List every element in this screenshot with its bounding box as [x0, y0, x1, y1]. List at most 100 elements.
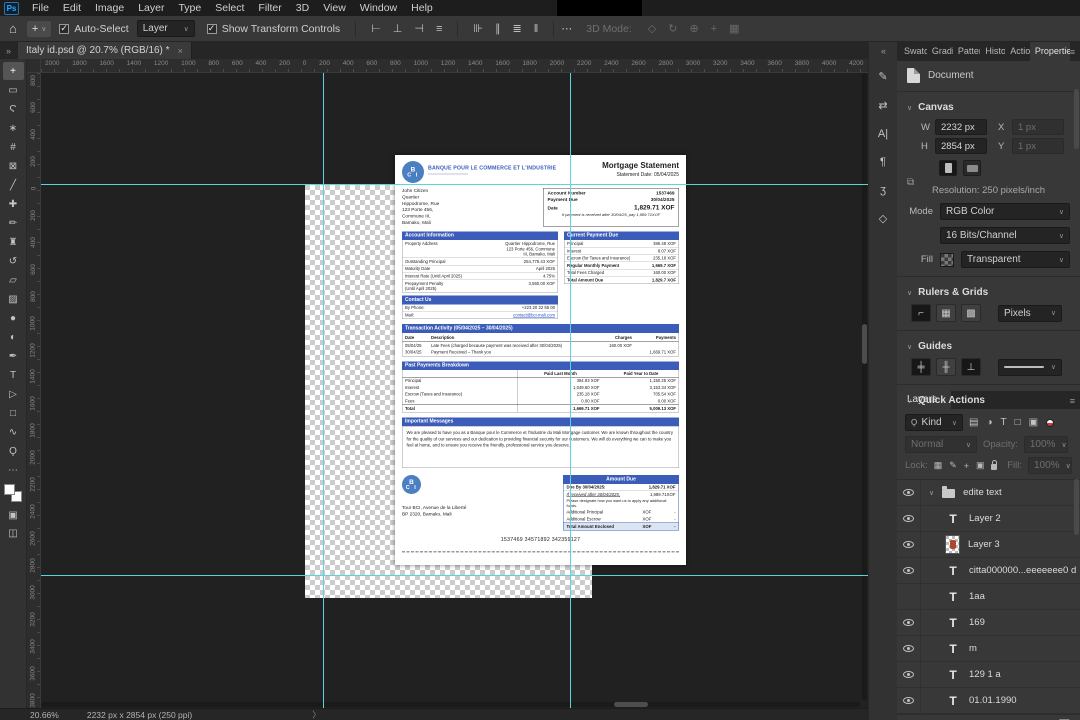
menu-image[interactable]: Image — [88, 0, 131, 16]
visibility-toggle[interactable] — [897, 532, 921, 557]
panel-menu-icon[interactable]: ≡ — [1070, 396, 1075, 409]
menu-select[interactable]: Select — [208, 0, 251, 16]
distribute-heights-icon[interactable]: ≣ — [512, 22, 521, 35]
lock-guides-icon[interactable]: ╫ — [936, 358, 956, 376]
auto-select-checkbox[interactable]: Auto-Select — [59, 23, 129, 35]
quick-actions-section-header[interactable]: ∨ Quick Actions — [907, 395, 1070, 406]
eraser-tool[interactable]: ▱ — [3, 271, 24, 289]
visibility-toggle[interactable] — [897, 584, 921, 609]
distribute-horizontal-icon[interactable]: ∥ — [495, 22, 501, 35]
foreground-color-swatch[interactable] — [4, 484, 15, 495]
path-selection-tool[interactable]: ▷ — [3, 385, 24, 403]
link-dimensions-icon[interactable]: ⧉ — [907, 177, 914, 188]
ruler-origin-corner[interactable] — [27, 59, 41, 73]
tool-preset-picker[interactable]: + ∨ — [26, 20, 52, 37]
menu-3d[interactable]: 3D — [289, 0, 316, 16]
horizontal-ruler[interactable]: 2000 1800 1600 1400 1200 1000 800 600 400 200 0 200… — [41, 59, 868, 73]
drag-3d-icon[interactable]: ⊕ — [689, 22, 698, 35]
eyedropper-tool[interactable]: ╱ — [3, 176, 24, 194]
layer-row[interactable]: T 1aa — [897, 584, 1080, 610]
layers-scrollbar[interactable] — [1074, 479, 1079, 535]
menu-file[interactable]: File — [25, 0, 56, 16]
opacity-field[interactable]: 100% — [1023, 436, 1068, 453]
menu-help[interactable]: Help — [404, 0, 440, 16]
expand-panels-icon[interactable]: « — [881, 46, 886, 56]
layer-filter-toggle[interactable] — [1046, 418, 1055, 427]
more-options-icon[interactable]: ⋯ — [561, 22, 572, 35]
canvas-fill-dropdown[interactable]: Transparent — [961, 251, 1070, 268]
orbit-3d-icon[interactable]: ◇ — [648, 22, 656, 35]
lasso-tool[interactable]: Ϛ — [3, 100, 24, 118]
visibility-toggle[interactable] — [897, 636, 921, 661]
align-right-edges-icon[interactable]: ⊣ — [414, 22, 424, 35]
align-left-edges-icon[interactable]: ⊢ — [371, 22, 381, 35]
marquee-tool[interactable]: ▭ — [3, 81, 24, 99]
filter-smart-objects-icon[interactable]: ▣ — [1029, 417, 1038, 428]
vertical-scrollbar[interactable] — [862, 73, 867, 700]
auto-select-target-dropdown[interactable]: Layer — [136, 20, 195, 37]
camera-3d-icon[interactable]: ▦ — [729, 22, 739, 35]
layer-row[interactable]: Tm — [897, 636, 1080, 662]
canvas-section-header[interactable]: ∨ Canvas — [907, 102, 1070, 113]
layer-row[interactable]: T Layer 2 — [897, 506, 1080, 532]
frame-tool[interactable]: ⊠ — [3, 157, 24, 175]
character-panel-icon[interactable]: A| — [878, 128, 888, 140]
tab-properties[interactable]: Properties — [1029, 42, 1070, 61]
blend-mode-dropdown[interactable]: Normal — [905, 436, 977, 453]
clear-guides-icon[interactable]: ⊥ — [961, 358, 981, 376]
canvas-width-field[interactable]: 2232 px — [935, 119, 987, 135]
crop-tool[interactable]: # — [3, 138, 24, 156]
visibility-toggle[interactable] — [897, 610, 921, 635]
brush-tool[interactable]: ✏ — [3, 214, 24, 232]
paragraph-panel-icon[interactable]: ¶ — [880, 156, 886, 168]
layer-row[interactable]: T 129 1 a — [897, 662, 1080, 688]
slide-3d-icon[interactable]: + — [711, 23, 717, 35]
orientation-portrait-button[interactable] — [939, 160, 957, 176]
tab-histo[interactable]: Histo — [980, 42, 1005, 61]
document-tab[interactable]: Italy id.psd @ 20.7% (RGB/16) * × — [18, 42, 192, 59]
clone-stamp-tool[interactable]: ♜ — [3, 233, 24, 251]
quick-selection-tool[interactable]: ∗ — [3, 119, 24, 137]
shape-tool[interactable]: □ — [3, 404, 24, 422]
glyphs-panel-icon[interactable]: ʒ — [880, 184, 886, 196]
guides-section-header[interactable]: ∨ Guides — [907, 341, 1070, 352]
new-guide-layout-icon[interactable]: ╪ — [911, 358, 931, 376]
zoom-tool[interactable]: Ϙ — [3, 442, 24, 460]
home-icon[interactable]: ⌂ — [9, 21, 17, 36]
distribute-vertical-icon[interactable]: ⊪ — [473, 22, 483, 35]
fill-field[interactable]: 100% — [1028, 457, 1072, 474]
layer-row[interactable]: T 169 — [897, 610, 1080, 636]
orientation-landscape-button[interactable] — [963, 160, 981, 176]
history-brush-tool[interactable]: ↺ — [3, 252, 24, 270]
filter-adjustment-layers-icon[interactable]: ◑ — [986, 417, 992, 428]
visibility-toggle[interactable] — [897, 480, 921, 505]
screen-mode-button[interactable]: ◫ — [3, 524, 24, 542]
lock-all-icon[interactable] — [990, 460, 998, 470]
toggle-pattern-preview-icon[interactable]: ▩ — [961, 304, 981, 322]
menu-type[interactable]: Type — [171, 0, 208, 16]
brush-settings-icon[interactable]: ✎ — [878, 70, 887, 83]
visibility-toggle[interactable] — [897, 558, 921, 583]
align-top-edges-icon[interactable]: ≡ — [436, 23, 442, 35]
menu-filter[interactable]: Filter — [251, 0, 288, 16]
hand-tool[interactable]: ∿ — [3, 423, 24, 441]
collapse-panels-icon[interactable]: » — [6, 46, 11, 56]
edit-toolbar-icon[interactable]: ⋯ — [3, 461, 24, 479]
filter-pixel-layers-icon[interactable]: ▤ — [969, 417, 978, 428]
quick-mask-button[interactable]: ▣ — [3, 506, 24, 524]
lock-pixels-icon[interactable]: ✎ — [949, 460, 957, 471]
toggle-grid-icon[interactable]: ▦ — [936, 304, 956, 322]
lock-transparency-icon[interactable]: ▦ — [934, 460, 943, 471]
pen-tool[interactable]: ✒ — [3, 347, 24, 365]
healing-brush-tool[interactable]: ✚ — [3, 195, 24, 213]
tab-patter[interactable]: Patter — [953, 42, 980, 61]
type-tool[interactable]: T — [3, 366, 24, 384]
layer-row[interactable]: Tcitta000000...eeeeeee0 d — [897, 558, 1080, 584]
tab-actio[interactable]: Actio — [1005, 42, 1030, 61]
guide-style-dropdown[interactable] — [998, 358, 1062, 376]
blur-tool[interactable]: ● — [3, 309, 24, 327]
status-arrow-icon[interactable]: 〉 — [312, 709, 321, 720]
menu-window[interactable]: Window — [353, 0, 404, 16]
document-layer-mortgage-statement[interactable]: B C I BANQUE POUR LE COMMERCE ET L'INDUS… — [395, 155, 686, 565]
layer-filter-kind-dropdown[interactable]: Ϙ Kind — [905, 414, 963, 431]
